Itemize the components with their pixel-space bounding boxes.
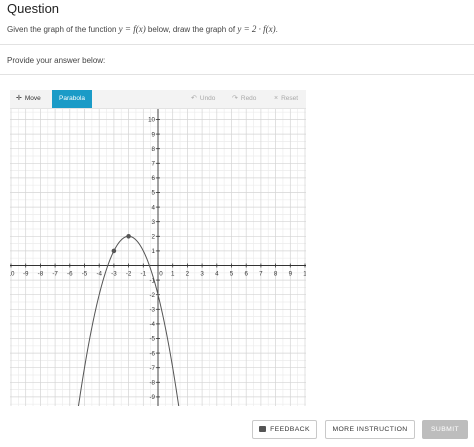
divider (0, 44, 474, 45)
y-tick-label: 7 (152, 161, 156, 168)
question-text-part: below, draw the graph of (145, 25, 238, 34)
x-tick-label: 5 (230, 271, 234, 278)
x-tick-label: 9 (289, 271, 293, 278)
graph-point (111, 248, 117, 254)
x-tick-label: -6 (67, 271, 73, 278)
x-tick-label: 4 (215, 271, 219, 278)
redo-label: Redo (240, 95, 257, 102)
y-tick-label: -3 (149, 307, 155, 314)
x-tick-label: 6 (244, 271, 248, 278)
feedback-label: FEEDBACK (270, 426, 310, 433)
question-text-part: . (275, 25, 278, 34)
coordinate-plane[interactable]: 10 -9 -8 -7 -6 -5 -4 -3 -2 -1 0 1 2 3 4 5 6 7 8 9 1 10 9 8 7 6 5 4 3… (10, 109, 306, 406)
y-tick-label: 2 (152, 234, 156, 241)
x-tick-label: -7 (52, 271, 58, 278)
redo-button[interactable]: ↷ Redo (232, 90, 256, 108)
move-icon: ✛ (16, 95, 22, 102)
x-tick-label: -8 (38, 271, 44, 278)
y-tick-label: 6 (152, 175, 156, 182)
divider (0, 74, 474, 75)
submit-button[interactable]: SUBMIT (422, 420, 468, 439)
y-tick-label: 9 (152, 131, 156, 138)
x-tick-label: -3 (111, 271, 117, 278)
x-tick-label: 10 (10, 271, 15, 278)
undo-button[interactable]: ↶ Undo (191, 90, 215, 108)
y-tick-label: -4 (149, 321, 155, 328)
x-tick-label: -4 (96, 271, 102, 278)
reset-icon: × (274, 95, 279, 102)
graph-point (126, 234, 131, 239)
parabola-tool-button[interactable]: Parabola (52, 90, 93, 108)
x-tick-label: 8 (274, 271, 278, 278)
y-tick-label: 5 (152, 190, 156, 197)
graph-toolbar: ✛ Move Parabola ↶ Undo ↷ Redo × Reset (10, 90, 306, 109)
undo-label: Undo (199, 95, 216, 102)
question-text: Given the graph of the function y = f(x)… (7, 24, 278, 34)
redo-icon: ↷ (232, 95, 238, 102)
axes (10, 109, 306, 406)
more-instruction-label: MORE INSTRUCTION (332, 426, 408, 433)
x-tick-label: -5 (82, 271, 88, 278)
move-tool-button[interactable]: ✛ Move (16, 90, 41, 108)
x-tick-label: -2 (126, 271, 132, 278)
y-tick-label: -8 (149, 380, 155, 387)
more-instruction-button[interactable]: MORE INSTRUCTION (325, 420, 415, 439)
submit-label: SUBMIT (430, 426, 460, 433)
x-tick-label: -1 (141, 271, 147, 278)
undo-icon: ↶ (191, 95, 197, 102)
x-tick-label: 0 (159, 271, 163, 278)
y-tick-label: 1 (152, 248, 156, 255)
y-tick-label: 3 (152, 219, 156, 226)
target-expression: y = 2 · f(x) (237, 24, 276, 34)
function-expression: y = f(x) (118, 24, 146, 34)
reset-button[interactable]: × Reset (274, 90, 298, 108)
x-tick-label: 2 (186, 271, 190, 278)
y-tick-label: -7 (149, 365, 155, 372)
graph-area[interactable]: 10 -9 -8 -7 -6 -5 -4 -3 -2 -1 0 1 2 3 4 5 6 7 8 9 1 10 9 8 7 6 5 4 3… (10, 109, 306, 406)
y-tick-label: 4 (152, 204, 156, 211)
y-tick-label: -9 (149, 394, 155, 401)
x-tick-label: 1 (303, 271, 306, 278)
move-tool-label: Move (24, 95, 41, 102)
x-tick-label: 3 (200, 271, 204, 278)
x-tick-label: 1 (171, 271, 175, 278)
feedback-button[interactable]: FEEDBACK (252, 420, 317, 439)
x-tick-label: -9 (23, 271, 29, 278)
y-tick-label: 10 (148, 117, 155, 124)
y-tick-label: -6 (149, 350, 155, 357)
y-tick-label: 8 (152, 146, 156, 153)
x-tick-label: 7 (259, 271, 263, 278)
y-tick-label: -5 (149, 336, 155, 343)
question-text-part: Given the graph of the function (7, 25, 119, 34)
feedback-icon (259, 426, 267, 432)
reset-label: Reset (281, 95, 299, 102)
y-tick-label: -2 (149, 292, 155, 299)
answer-prompt: Provide your answer below: (7, 56, 106, 65)
parabola-tool-label: Parabola (59, 95, 86, 102)
question-title: Question (7, 1, 60, 16)
